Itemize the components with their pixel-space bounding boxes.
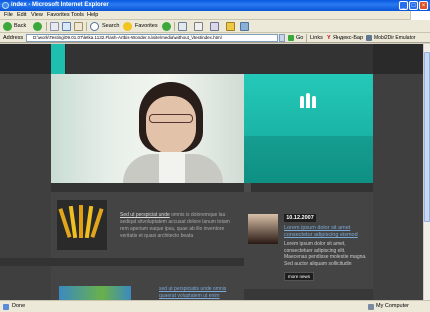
news-body: Lorem ipsum dolor sit amet, consectetuer…: [284, 241, 367, 267]
logo-bar-icon: [300, 96, 304, 108]
divider-tab: [244, 183, 251, 192]
messenger-icon[interactable]: [240, 22, 249, 31]
search-label[interactable]: Search: [102, 22, 119, 31]
computer-icon: [368, 304, 374, 310]
about-panel: Sed ut perspiciat unde omnis is doloremq…: [51, 192, 244, 292]
menu-view[interactable]: View: [31, 11, 43, 20]
lower-strip: [0, 258, 244, 266]
nav-area: [66, 44, 373, 74]
divider-strip: [51, 183, 373, 192]
teal-tab-accent: [51, 44, 65, 74]
back-label[interactable]: Back: [14, 22, 26, 31]
face-shape: [146, 96, 196, 154]
favorites-label[interactable]: Favorites: [135, 22, 158, 31]
menu-tools[interactable]: Tools: [71, 11, 84, 20]
toolbar-separator: [46, 22, 47, 31]
address-input[interactable]: D:\work\Testing\09.01.07\letka.1132.Flas…: [26, 34, 278, 42]
address-dropdown-icon[interactable]: [279, 34, 285, 42]
zone-text: My Computer: [376, 303, 410, 309]
menu-favorites[interactable]: Favorites: [47, 11, 70, 20]
edit-icon[interactable]: [210, 22, 219, 31]
link-item[interactable]: quaerat voluptatem ut enim: [159, 293, 220, 299]
yandex-bar-link[interactable]: Яндекс-Бар: [333, 33, 363, 43]
links-label[interactable]: Links: [310, 33, 323, 43]
address-label: Address: [3, 35, 24, 41]
print-icon[interactable]: [194, 22, 203, 31]
news-panel: 10.12.2007 Lorem ipsum dolor sit amet co…: [244, 192, 373, 289]
teal-lower-panel: [244, 136, 373, 183]
address-bar: Address D:\work\Testing\09.01.07\letka.1…: [0, 33, 430, 43]
about-text: Sed ut perspiciat unde omnis is doloremq…: [120, 212, 238, 240]
logo-bar-icon: [306, 93, 310, 108]
search-icon[interactable]: [90, 22, 99, 31]
stop-icon[interactable]: [50, 22, 59, 31]
web-page: Sed ut perspiciat unde omnis is doloremq…: [0, 44, 423, 300]
menu-edit[interactable]: Edit: [17, 11, 26, 20]
page-done-icon: [3, 304, 9, 310]
status-bar: Done My Computer: [0, 300, 430, 312]
media-icon[interactable]: [162, 22, 171, 31]
news-photo: [248, 214, 278, 244]
status-text: Done: [12, 303, 26, 309]
pencil-shape: [79, 205, 83, 238]
hero-photo: [51, 74, 244, 183]
folder-icon[interactable]: [226, 22, 235, 31]
collar-shape: [159, 152, 185, 183]
close-button[interactable]: ×: [419, 1, 428, 10]
window-title: index - Microsoft Internet Explorer: [11, 2, 109, 8]
toolbar-separator: [306, 34, 307, 42]
pencil-shape: [90, 208, 104, 238]
news-title-link[interactable]: Lorem ipsum dolor sit amet consectetur a…: [284, 225, 368, 239]
forward-arrow-icon[interactable]: [33, 22, 42, 31]
refresh-icon[interactable]: [62, 22, 71, 31]
maximize-button[interactable]: □: [409, 1, 418, 10]
favorites-star-icon[interactable]: [123, 22, 132, 31]
more-news-button[interactable]: more news: [284, 272, 314, 281]
about-text-link[interactable]: Sed ut perspiciat unde: [120, 212, 170, 218]
map-photo: [59, 286, 131, 300]
emulator-link[interactable]: Mobi2Dir Emulator: [374, 33, 415, 43]
menu-bar: File Edit View Favorites Tools Help: [0, 11, 430, 20]
pencils-photo: [57, 200, 107, 250]
emulator-icon[interactable]: [366, 35, 372, 41]
lower-right-strip: [244, 289, 373, 300]
go-arrow-icon[interactable]: [288, 35, 294, 41]
scrollbar-thumb[interactable]: [424, 52, 430, 222]
glasses-shape: [149, 114, 193, 123]
menu-file[interactable]: File: [4, 11, 13, 20]
go-button[interactable]: Go: [296, 33, 303, 43]
windows-logo: [410, 11, 430, 20]
toolbar-separator: [86, 22, 87, 31]
window-title-bar: index - Microsoft Internet Explorer: [0, 0, 430, 11]
links-panel: sed ut perspiciatis unde omnis quaerat v…: [51, 266, 244, 300]
back-arrow-icon[interactable]: [3, 22, 12, 31]
toolbar-separator: [174, 22, 175, 31]
menu-help[interactable]: Help: [87, 11, 98, 20]
mail-icon[interactable]: [178, 22, 187, 31]
teal-banner: [244, 74, 373, 183]
home-icon[interactable]: [74, 22, 83, 31]
yandex-logo-icon[interactable]: Y: [327, 33, 331, 43]
link-item[interactable]: sed ut perspiciatis unde omnis: [159, 286, 226, 292]
minimize-button[interactable]: _: [399, 1, 408, 10]
logo-bar-icon: [312, 96, 316, 108]
internet-explorer-icon: [2, 2, 9, 9]
toolbar: Back Search Favorites: [0, 20, 430, 33]
news-date: 10.12.2007: [284, 214, 316, 222]
